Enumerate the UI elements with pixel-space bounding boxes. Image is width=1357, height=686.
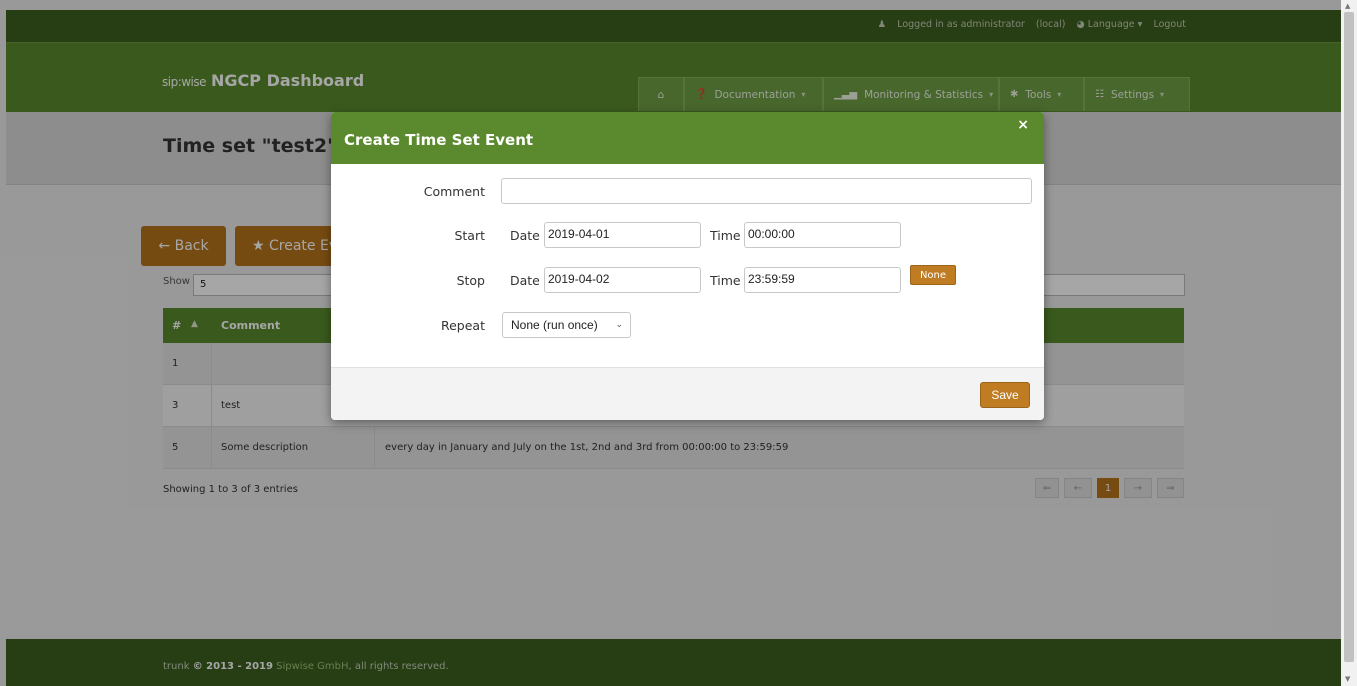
scroll-down-icon[interactable]: ▼ (1345, 675, 1350, 683)
create-time-set-event-dialog: Create Time Set Event × Comment Start Da… (331, 112, 1044, 420)
repeat-value: None (run once) (511, 318, 598, 332)
chevron-down-icon: ⌄ (615, 319, 623, 329)
stop-time-field[interactable]: 23:59:59 (744, 267, 901, 293)
close-icon[interactable]: × (1017, 117, 1029, 133)
clear-stop-button[interactable]: None (910, 265, 956, 285)
comment-label: Comment (423, 184, 485, 199)
modal-footer: Save (331, 367, 1044, 420)
stop-date-label: Date (510, 273, 540, 288)
comment-field[interactable] (501, 178, 1032, 204)
stop-date-field[interactable]: 2019-04-02 (544, 267, 701, 293)
modal-title: Create Time Set Event (344, 131, 534, 149)
start-date-field[interactable]: 2019-04-01 (544, 222, 701, 248)
save-button[interactable]: Save (980, 382, 1030, 408)
window-scrollbar[interactable]: ▲ ▼ (1341, 0, 1357, 686)
modal-header: Create Time Set Event × (331, 112, 1044, 164)
start-time-label: Time (710, 228, 741, 243)
start-date-label: Date (510, 228, 540, 243)
scrollbar-thumb[interactable] (1344, 12, 1354, 662)
stop-label: Stop (456, 273, 485, 288)
start-time-field[interactable]: 00:00:00 (744, 222, 901, 248)
repeat-label: Repeat (440, 318, 485, 333)
scroll-up-icon[interactable]: ▲ (1345, 2, 1350, 10)
start-label: Start (454, 228, 485, 243)
repeat-select[interactable]: None (run once) ⌄ (502, 312, 631, 338)
page-background: ♟ Logged in as administrator (local) ◕ La… (0, 0, 1341, 686)
stop-time-label: Time (710, 273, 741, 288)
